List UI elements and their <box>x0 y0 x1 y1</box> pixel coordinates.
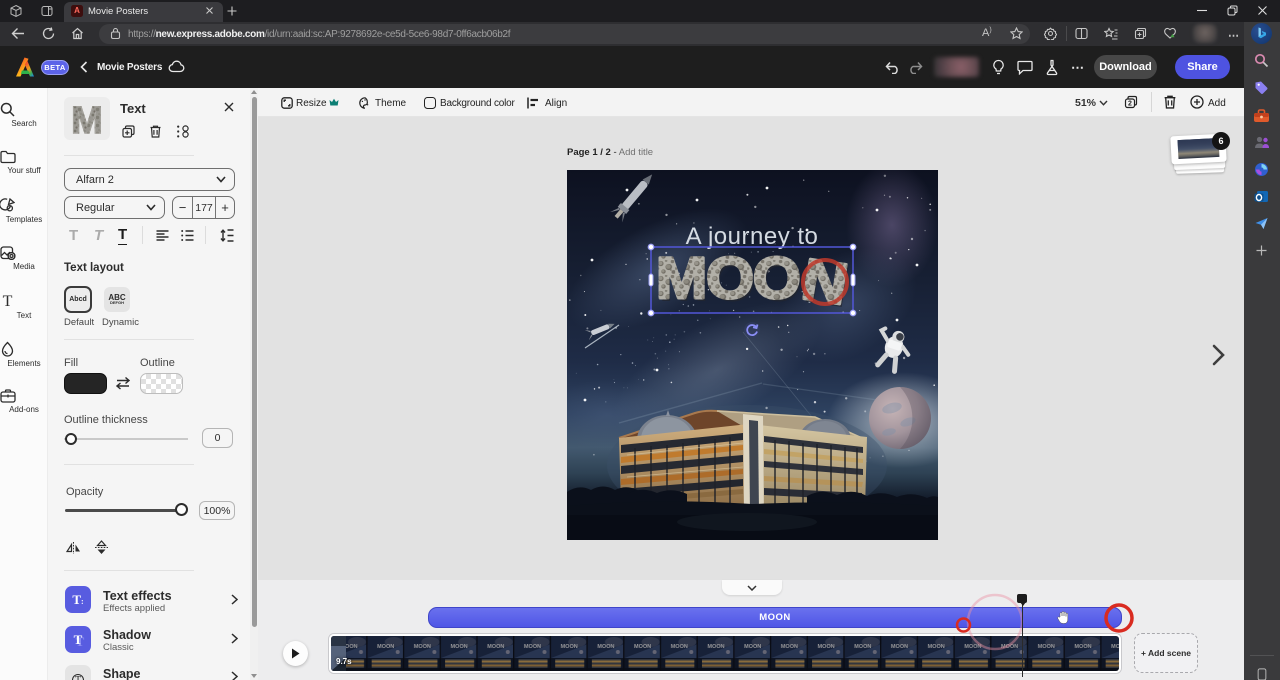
svg-text:T: T <box>3 293 13 309</box>
svg-text:MOON: MOON <box>656 246 851 317</box>
svg-text:2: 2 <box>1128 101 1132 108</box>
svg-text:M: M <box>71 100 103 140</box>
